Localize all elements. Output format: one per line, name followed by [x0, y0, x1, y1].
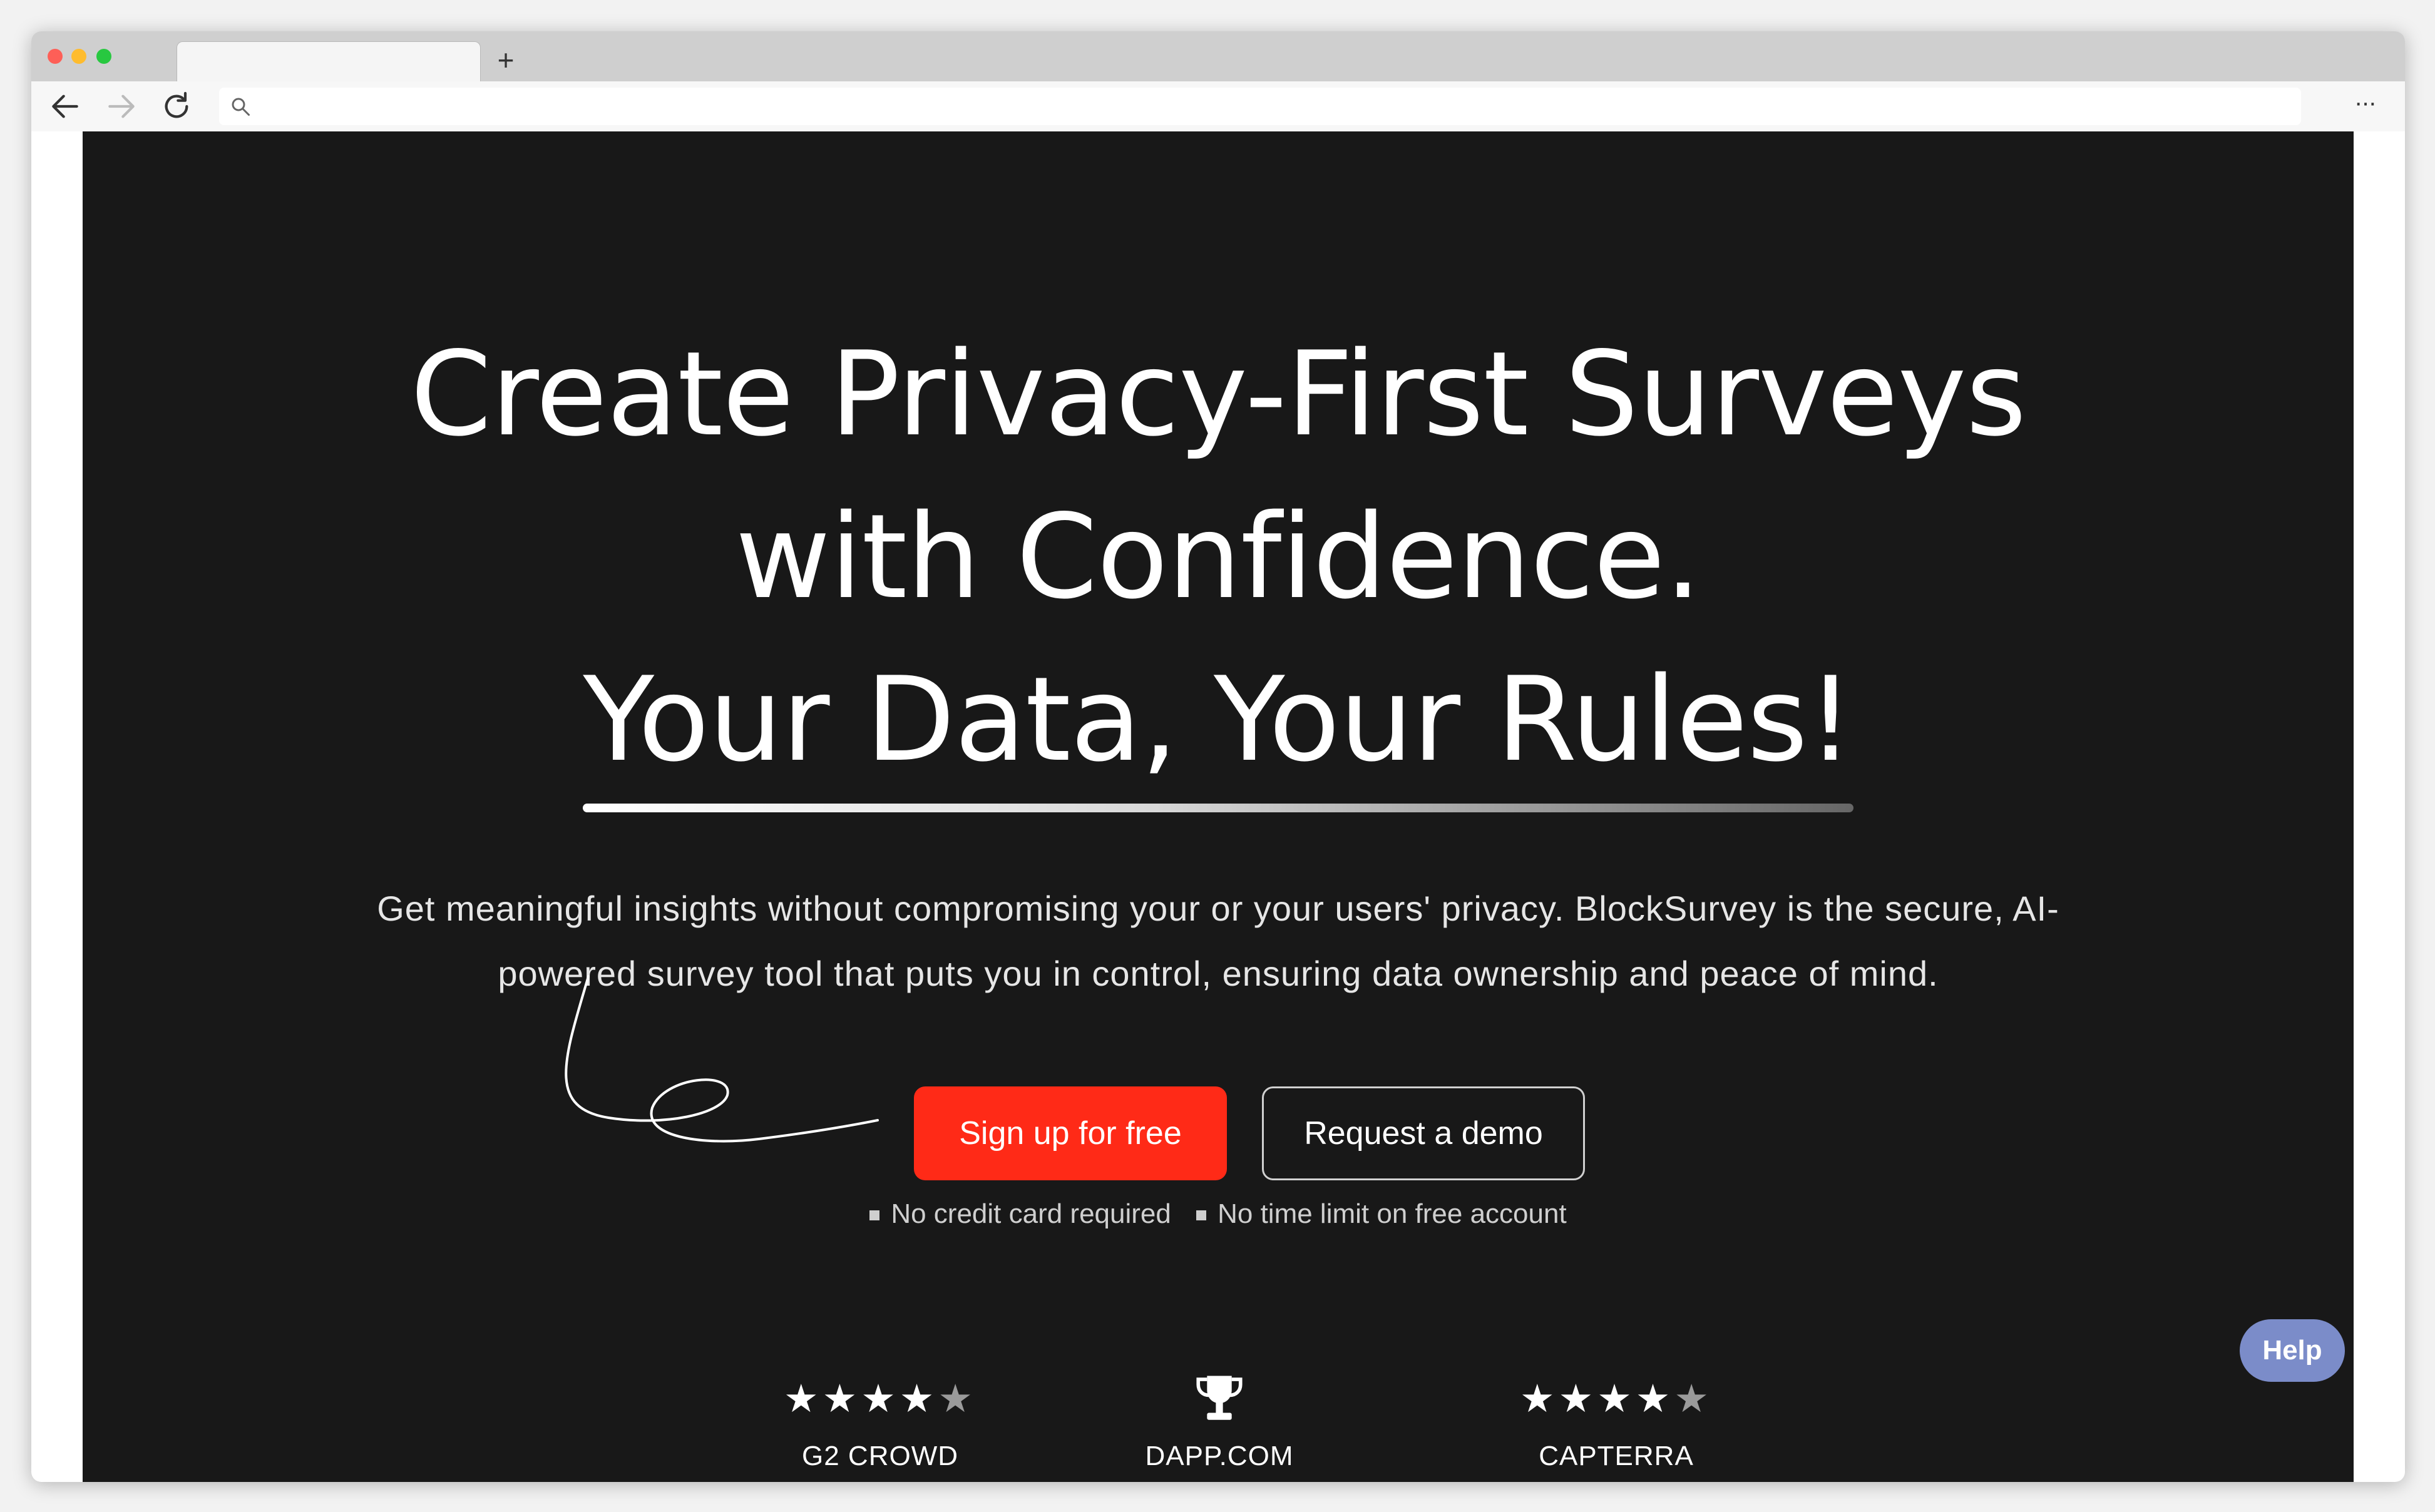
cta-notes: No credit card required No time limit on… — [83, 1189, 2354, 1239]
trophy-icon — [1196, 1376, 1243, 1420]
award-label: G2 CROWD — [802, 1441, 958, 1471]
tab-bar: + — [31, 31, 2405, 82]
note-no-credit-card: No credit card required — [869, 1189, 1171, 1239]
rating-stars-icon: ★★★★★ — [784, 1376, 977, 1421]
maximize-window-button[interactable] — [96, 49, 111, 64]
browser-toolbar: ··· — [31, 81, 2405, 131]
note-no-time-limit: No time limit on free account — [1196, 1189, 1567, 1239]
decorative-squiggle-arrow — [565, 975, 879, 1143]
browser-window: + ··· Create Privacy-First Surveys with … — [31, 31, 2405, 1482]
award-g2-crowd: ★★★★★ G2 CROWD — [749, 1371, 1012, 1478]
minimize-window-button[interactable] — [71, 49, 86, 64]
square-bullet-icon — [869, 1210, 880, 1221]
forward-arrow-icon[interactable] — [104, 89, 139, 124]
address-bar[interactable] — [219, 88, 2301, 125]
reload-icon[interactable] — [159, 89, 194, 124]
headline-line-3: Your Data, Your Rules! — [583, 651, 1853, 787]
award-capterra: ★★★★★ CAPTERRA — [1485, 1371, 1748, 1478]
hero-headline: Create Privacy-First Surveys with Confid… — [83, 313, 2354, 812]
browser-menu-button[interactable]: ··· — [2347, 89, 2382, 124]
headline-line-3-wrap: Your Data, Your Rules! — [583, 638, 1854, 812]
rating-stars-icon: ★★★★★ — [1520, 1376, 1713, 1421]
close-window-button[interactable] — [48, 49, 63, 64]
award-label: CAPTERRA — [1539, 1441, 1694, 1471]
award-label: DAPP.COM — [1145, 1441, 1294, 1471]
new-tab-button[interactable]: + — [488, 41, 523, 79]
help-button[interactable]: Help — [2240, 1319, 2345, 1382]
search-icon — [232, 98, 250, 116]
request-demo-button[interactable]: Request a demo — [1262, 1086, 1585, 1180]
award-dapp: DAPP.COM — [1088, 1371, 1351, 1478]
back-arrow-icon[interactable] — [48, 89, 83, 124]
browser-tab-active[interactable] — [177, 41, 481, 82]
headline-underline — [583, 804, 1853, 812]
headline-line-1: Create Privacy-First Surveys — [410, 326, 2027, 462]
headline-line-2: with Confidence. — [735, 489, 1702, 625]
square-bullet-icon — [1196, 1210, 1207, 1221]
page-content: Create Privacy-First Surveys with Confid… — [83, 131, 2354, 1482]
sign-up-button[interactable]: Sign up for free — [914, 1086, 1227, 1180]
awards-row: ★★★★★ G2 CROWD DAPP.COM ★★★★★ CAPTERRA — [83, 1371, 2354, 1482]
